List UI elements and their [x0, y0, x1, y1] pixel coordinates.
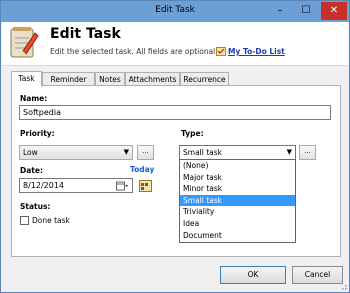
- status-label: Status:: [20, 202, 51, 211]
- type-option[interactable]: Triviality: [180, 206, 295, 218]
- header-description: Edit the selected task. All fields are o…: [50, 47, 218, 56]
- type-label: Type:: [181, 129, 204, 138]
- type-option[interactable]: Minor task: [180, 183, 295, 195]
- resize-grip-icon[interactable]: [339, 282, 347, 290]
- ok-button[interactable]: OK: [220, 266, 286, 284]
- close-button[interactable]: ✕: [321, 2, 347, 20]
- cancel-button[interactable]: Cancel: [292, 266, 343, 284]
- priority-select[interactable]: Low ▼: [19, 145, 133, 160]
- done-task-checkbox[interactable]: [20, 216, 29, 225]
- maximize-button[interactable]: ☐: [293, 2, 319, 20]
- type-option[interactable]: Document: [180, 230, 295, 242]
- tab-recurrence[interactable]: Recurrence: [180, 72, 229, 86]
- todo-list-icon: [216, 47, 226, 56]
- type-value: Small task: [183, 148, 223, 157]
- date-field[interactable]: 8/12/2014: [19, 178, 133, 193]
- type-option[interactable]: Major task: [180, 172, 295, 184]
- done-task-label: Done task: [32, 216, 70, 225]
- tab-task[interactable]: Task: [11, 71, 42, 87]
- today-link[interactable]: Today: [130, 165, 154, 174]
- header-title: Edit Task: [50, 26, 121, 42]
- tab-reminder[interactable]: Reminder: [42, 72, 95, 86]
- edit-notepad-icon: [10, 27, 39, 58]
- tab-attachments[interactable]: Attachments: [125, 72, 180, 86]
- chevron-down-icon: ▼: [123, 148, 129, 156]
- title-bar[interactable]: Edit Task – ☐ ✕: [1, 1, 349, 22]
- edit-task-window: Edit Task – ☐ ✕ Edit Task Edit the selec…: [0, 0, 350, 293]
- name-field[interactable]: Softpedia: [19, 105, 331, 120]
- calendar-dropdown-icon[interactable]: [116, 181, 128, 191]
- name-label: Name:: [20, 94, 48, 103]
- type-option[interactable]: (None): [180, 160, 295, 172]
- priority-label: Priority:: [20, 129, 55, 138]
- type-option[interactable]: Idea: [180, 218, 295, 230]
- type-dropdown-list: (None) Major task Minor task Small task …: [179, 159, 296, 243]
- minimize-button[interactable]: –: [267, 2, 293, 20]
- type-option-selected[interactable]: Small task: [180, 194, 295, 207]
- dialog-header: Edit Task Edit the selected task. All fi…: [2, 22, 348, 66]
- tab-notes[interactable]: Notes: [95, 72, 125, 86]
- chevron-down-icon: ▼: [286, 148, 292, 156]
- priority-more-button[interactable]: ...: [137, 145, 154, 160]
- priority-value: Low: [23, 148, 38, 157]
- my-todo-list-link[interactable]: My To-Do List: [228, 47, 285, 56]
- date-label: Date:: [20, 166, 43, 175]
- date-value: 8/12/2014: [23, 181, 65, 190]
- type-select[interactable]: Small task ▼: [179, 145, 296, 160]
- calendar-picker-icon[interactable]: [139, 180, 152, 192]
- type-more-button[interactable]: ...: [299, 145, 316, 160]
